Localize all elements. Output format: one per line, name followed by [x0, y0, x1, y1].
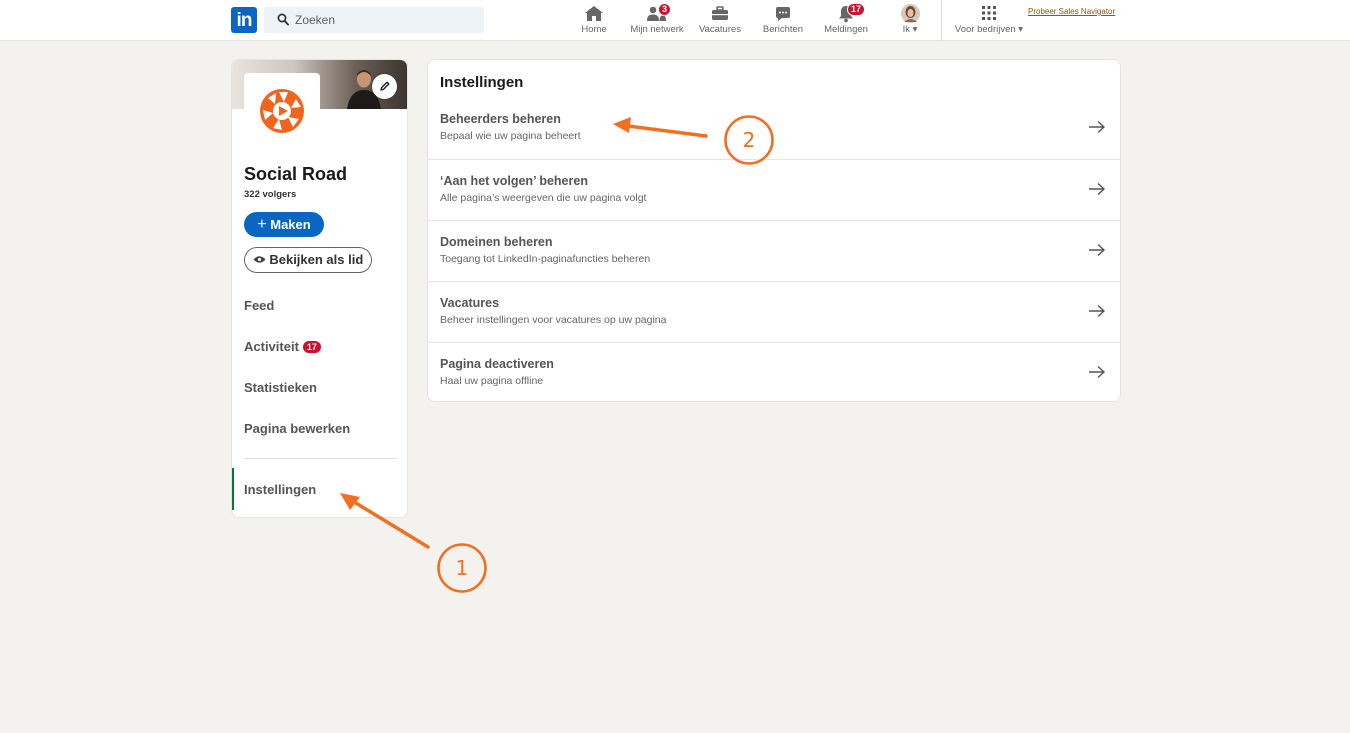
- search-icon: [277, 13, 289, 26]
- settings-row-manage-following[interactable]: ‘Aan het volgen’ beheren Alle pagina’s w…: [428, 159, 1120, 220]
- settings-row-deactivate-page[interactable]: Pagina deactiveren Haal uw pagina offlin…: [428, 342, 1120, 401]
- nav-home-label: Home: [581, 24, 607, 35]
- pencil-icon: [379, 81, 389, 91]
- arrow-right-icon: [1089, 243, 1106, 257]
- settings-title: Instellingen: [440, 74, 524, 91]
- settings-row-title: Pagina deactiveren: [440, 357, 554, 371]
- nav-network-label: Mijn netwerk: [630, 24, 684, 35]
- nav-for-business[interactable]: Voor bedrijven ▾: [950, 3, 1028, 39]
- organization-logo[interactable]: [244, 73, 320, 145]
- sidebar-item-analytics[interactable]: Statistieken: [244, 380, 317, 395]
- create-button[interactable]: + Maken: [244, 212, 324, 237]
- settings-row-description: Toegang tot LinkedIn-paginafuncties behe…: [440, 253, 651, 265]
- settings-row-description: Bepaal wie uw pagina beheert: [440, 130, 581, 142]
- search-bar[interactable]: Zoeken: [264, 7, 484, 33]
- sidebar-divider: [244, 458, 397, 459]
- settings-row-description: Alle pagina’s weergeven die uw pagina vo…: [440, 192, 647, 204]
- arrow-right-icon: [1089, 304, 1106, 318]
- grid-icon: [982, 6, 996, 20]
- settings-panel: Instellingen Beheerders beheren Bepaal w…: [427, 59, 1121, 402]
- annotation-number: 1: [456, 556, 469, 580]
- arrow-right-icon: [1089, 365, 1106, 379]
- nav-notifications-label: Meldingen: [824, 24, 868, 35]
- plus-icon: +: [257, 216, 267, 233]
- activity-badge: 17: [302, 341, 321, 353]
- arrow-right-icon: [1089, 120, 1106, 134]
- sidebar-item-feed[interactable]: Feed: [244, 298, 274, 313]
- settings-row-jobs[interactable]: Vacatures Beheer instellingen voor vacat…: [428, 281, 1120, 342]
- nav-me-label: Ik ▾: [902, 24, 918, 35]
- settings-row-manage-admins[interactable]: Beheerders beheren Bepaal wie uw pagina …: [428, 98, 1120, 159]
- briefcase-icon: [712, 6, 728, 20]
- nav-messaging[interactable]: Berichten: [760, 3, 806, 39]
- sidebar-item-settings[interactable]: Instellingen: [244, 482, 316, 497]
- caret-down-icon: ▾: [912, 24, 918, 35]
- organization-sidebar: Social Road 322 volgers + Maken Bekijken…: [231, 59, 408, 518]
- home-icon: [585, 6, 603, 21]
- sidebar-item-activity[interactable]: Activiteit 17: [244, 339, 321, 354]
- caret-down-icon: ▾: [1018, 24, 1024, 35]
- network-badge: 3: [658, 3, 672, 16]
- sidebar-item-edit-page[interactable]: Pagina bewerken: [244, 421, 350, 436]
- eye-icon: [253, 256, 266, 263]
- linkedin-logo[interactable]: in: [231, 7, 257, 33]
- settings-row-description: Haal uw pagina offline: [440, 375, 544, 387]
- follower-count: 322 volgers: [244, 189, 297, 200]
- organization-name[interactable]: Social Road: [244, 164, 347, 185]
- notifications-badge: 17: [847, 3, 866, 16]
- nav-jobs-label: Vacatures: [698, 24, 742, 35]
- sales-navigator-link[interactable]: Probeer Sales Navigator: [1028, 7, 1115, 16]
- nav-notifications[interactable]: 17 Meldingen: [820, 3, 872, 39]
- settings-row-title: Vacatures: [440, 296, 500, 310]
- nav-home[interactable]: Home: [574, 3, 614, 39]
- settings-row-title: Domeinen beheren: [440, 235, 553, 249]
- annotation-marker-1: 1: [437, 543, 487, 593]
- nav-jobs[interactable]: Vacatures: [696, 3, 744, 39]
- messaging-icon: [776, 7, 790, 21]
- active-indicator: [232, 468, 234, 510]
- top-navigation: in Zoeken Home 3 Mijn netwerk Vacatures: [0, 0, 1350, 41]
- settings-row-description: Beheer instellingen voor vacatures op uw…: [440, 314, 667, 326]
- nav-divider: [941, 0, 942, 41]
- edit-cover-button[interactable]: [372, 74, 397, 99]
- nav-me[interactable]: Ik ▾: [896, 3, 924, 39]
- settings-row-title: Beheerders beheren: [440, 112, 561, 126]
- avatar: [900, 4, 920, 23]
- settings-row-manage-domains[interactable]: Domeinen beheren Toegang tot LinkedIn-pa…: [428, 220, 1120, 281]
- view-as-member-button[interactable]: Bekijken als lid: [244, 247, 372, 273]
- social-road-logo-icon: [260, 89, 304, 133]
- search-placeholder: Zoeken: [295, 13, 336, 27]
- nav-messaging-label: Berichten: [762, 24, 804, 35]
- arrow-right-icon: [1089, 182, 1106, 196]
- nav-for-business-label: Voor bedrijven ▾: [954, 24, 1024, 35]
- nav-network[interactable]: 3 Mijn netwerk: [626, 3, 688, 39]
- settings-row-title: ‘Aan het volgen’ beheren: [440, 174, 588, 188]
